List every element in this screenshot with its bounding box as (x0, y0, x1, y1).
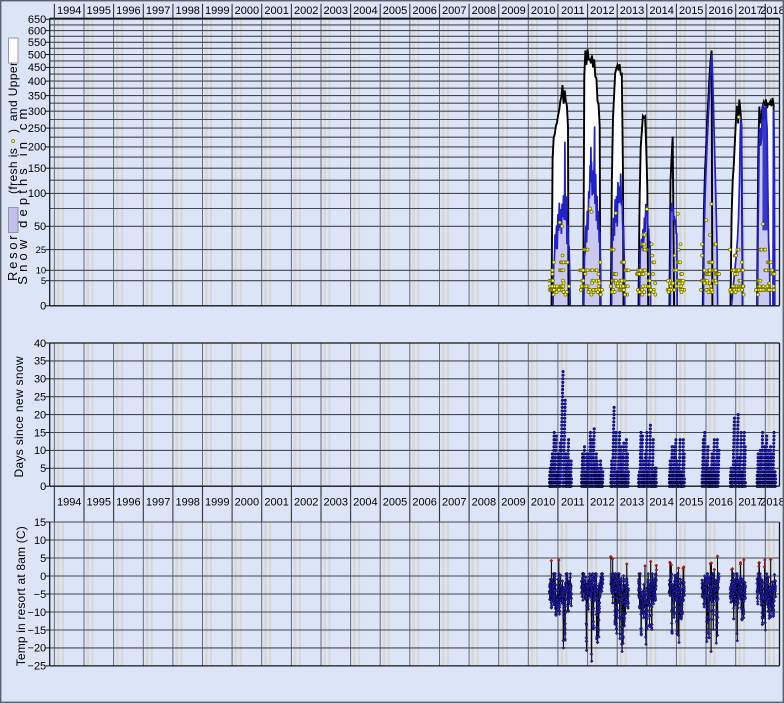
svg-text:2013: 2013 (620, 496, 644, 508)
svg-text:40: 40 (34, 338, 46, 350)
svg-text:2010: 2010 (531, 496, 555, 508)
svg-text:−5: −5 (34, 589, 47, 601)
svg-text:2014: 2014 (649, 496, 673, 508)
svg-text:Days since new snow: Days since new snow (12, 356, 26, 477)
svg-text:5: 5 (41, 276, 46, 287)
svg-text:−25: −25 (28, 661, 47, 673)
svg-text:100: 100 (28, 188, 46, 200)
svg-text:2007: 2007 (442, 496, 466, 508)
svg-text:0: 0 (40, 481, 46, 493)
svg-text:2005: 2005 (383, 5, 407, 17)
svg-text:2008: 2008 (472, 496, 496, 508)
svg-text:2009: 2009 (501, 5, 525, 17)
svg-text:2006: 2006 (412, 5, 436, 17)
svg-text:250: 250 (28, 123, 46, 135)
svg-text:2009: 2009 (501, 496, 525, 508)
svg-text:2004: 2004 (353, 496, 377, 508)
svg-text:10: 10 (36, 266, 47, 277)
svg-text:−10: −10 (28, 607, 47, 619)
svg-text:150: 150 (28, 163, 46, 175)
svg-text:2006: 2006 (412, 496, 436, 508)
svg-text:2012: 2012 (590, 5, 614, 17)
svg-text:20: 20 (34, 409, 46, 421)
svg-text:200: 200 (28, 142, 46, 154)
svg-text:1997: 1997 (146, 496, 170, 508)
svg-text:35: 35 (34, 356, 46, 368)
svg-text:30: 30 (34, 374, 46, 386)
svg-text:2013: 2013 (620, 5, 644, 17)
svg-text:2014: 2014 (649, 5, 673, 17)
svg-text:−15: −15 (28, 625, 47, 637)
svg-text:1996: 1996 (116, 5, 140, 17)
svg-text:2015: 2015 (679, 496, 703, 508)
svg-text:2015: 2015 (679, 5, 703, 17)
svg-text:2017: 2017 (738, 496, 762, 508)
svg-text:1998: 1998 (175, 496, 199, 508)
svg-text:25: 25 (36, 245, 47, 256)
svg-text:2000: 2000 (235, 496, 259, 508)
svg-text:2016: 2016 (709, 5, 733, 17)
svg-text:2010: 2010 (531, 5, 555, 17)
svg-text:2018: 2018 (760, 496, 784, 508)
svg-text:650: 650 (28, 14, 46, 26)
svg-text:1994: 1994 (57, 496, 81, 508)
svg-text:2012: 2012 (590, 496, 614, 508)
svg-text:500: 500 (28, 49, 46, 61)
svg-text:25: 25 (34, 392, 46, 404)
svg-text:400: 400 (28, 76, 46, 88)
svg-text:2011: 2011 (561, 5, 585, 17)
svg-text:600: 600 (28, 25, 46, 37)
svg-text:2002: 2002 (294, 5, 318, 17)
svg-text:2001: 2001 (264, 5, 288, 17)
svg-text:2018: 2018 (760, 5, 784, 17)
svg-text:1998: 1998 (175, 5, 199, 17)
svg-text:2005: 2005 (383, 496, 407, 508)
svg-text:350: 350 (28, 90, 46, 102)
svg-text:5: 5 (40, 463, 46, 475)
svg-text:1995: 1995 (87, 5, 111, 17)
svg-text:2007: 2007 (442, 5, 466, 17)
svg-text:2001: 2001 (264, 496, 288, 508)
svg-text:1999: 1999 (205, 5, 229, 17)
svg-text:300: 300 (28, 106, 46, 118)
svg-text:15: 15 (34, 427, 46, 439)
svg-text:0: 0 (40, 571, 46, 583)
svg-text:1996: 1996 (116, 496, 140, 508)
svg-text:2003: 2003 (324, 496, 348, 508)
svg-text:0: 0 (40, 301, 46, 313)
svg-text:450: 450 (28, 62, 46, 74)
svg-text:5: 5 (40, 553, 46, 565)
svg-text:2016: 2016 (709, 496, 733, 508)
svg-text:2003: 2003 (324, 5, 348, 17)
svg-text:550: 550 (28, 37, 46, 49)
svg-text:2017: 2017 (738, 5, 762, 17)
svg-text:1995: 1995 (87, 496, 111, 508)
svg-text:Temp in resort at 8am (C): Temp in resort at 8am (C) (14, 526, 28, 666)
svg-text:50: 50 (34, 221, 46, 233)
svg-text:2002: 2002 (294, 496, 318, 508)
svg-text:2000: 2000 (235, 5, 259, 17)
svg-text:1997: 1997 (146, 5, 170, 17)
svg-text:−20: −20 (28, 643, 47, 655)
svg-text:2011: 2011 (561, 496, 585, 508)
svg-text:15: 15 (34, 517, 46, 529)
svg-text:2004: 2004 (353, 5, 377, 17)
svg-text:10: 10 (34, 445, 46, 457)
svg-text:2008: 2008 (472, 5, 496, 17)
svg-text:1994: 1994 (57, 5, 81, 17)
svg-text:1999: 1999 (205, 496, 229, 508)
svg-text:10: 10 (34, 535, 46, 547)
